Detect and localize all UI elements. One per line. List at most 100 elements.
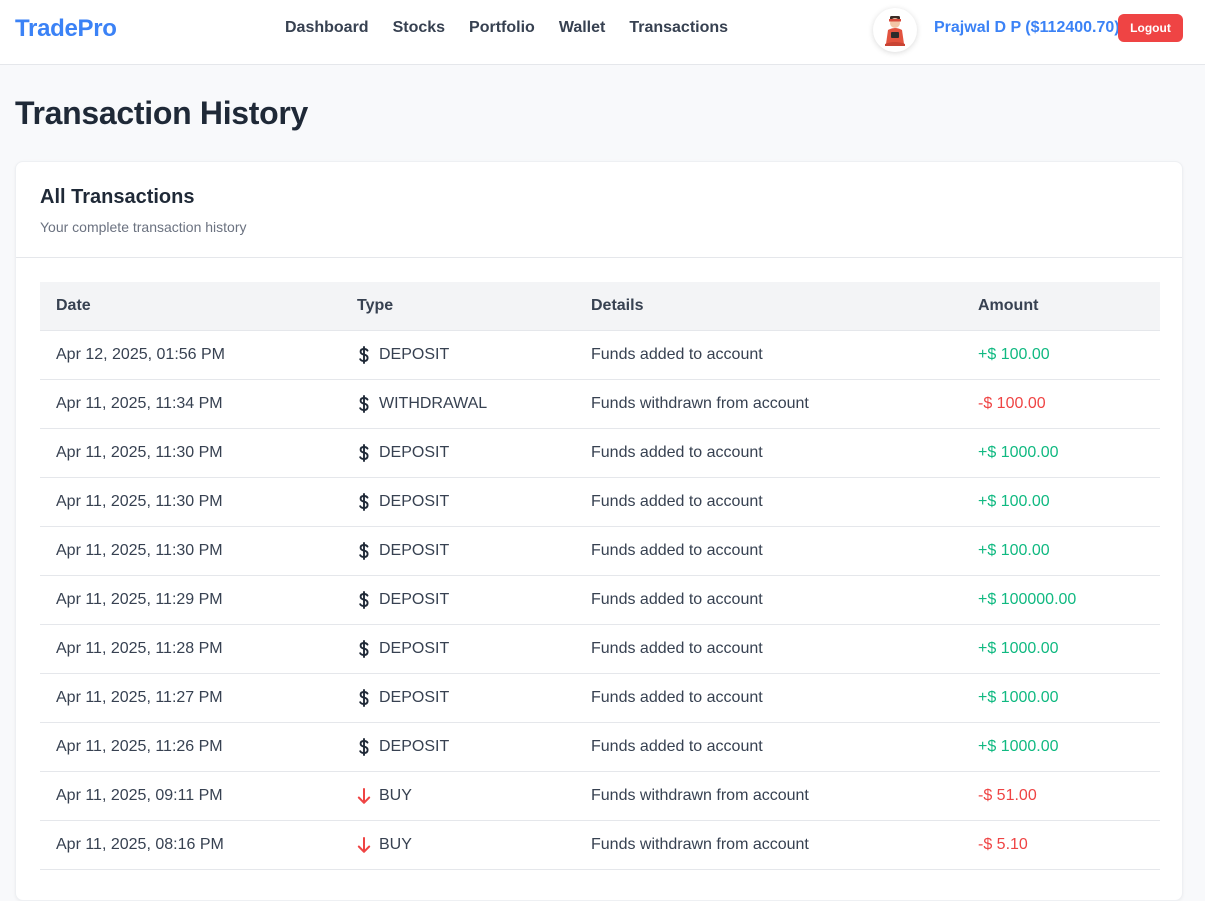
table-row: Apr 11, 2025, 08:16 PM BUY Funds withdrawn…: [40, 820, 1160, 870]
cell-amount: +$ 100000.00: [962, 575, 1160, 625]
type-label: DEPOSIT: [379, 590, 450, 608]
user-name-balance[interactable]: Prajwal D P ($112400.70): [934, 19, 1120, 37]
cell-amount: -$ 5.10: [962, 820, 1160, 870]
table-row: Apr 11, 2025, 11:34 PM WITHDRAWAL Funds wi…: [40, 379, 1160, 429]
type-label: BUY: [379, 835, 412, 853]
type-label: WITHDRAWAL: [379, 394, 488, 412]
table-row: Apr 11, 2025, 11:30 PM DEPOSIT Funds added…: [40, 526, 1160, 576]
dollar-icon: [357, 541, 371, 560]
cell-type: DEPOSIT: [341, 428, 575, 478]
dollar-icon: [357, 590, 371, 609]
card-header: All Transactions Your complete transacti…: [16, 162, 1182, 258]
cell-details: Funds added to account: [575, 428, 962, 478]
cell-details: Funds withdrawn from account: [575, 820, 962, 870]
type-label: DEPOSIT: [379, 541, 450, 559]
page-title: Transaction History: [15, 95, 309, 131]
cell-amount: +$ 1000.00: [962, 722, 1160, 772]
cell-type: DEPOSIT: [341, 673, 575, 723]
cell-amount: +$ 100.00: [962, 526, 1160, 576]
table-row: Apr 11, 2025, 11:27 PM DEPOSIT Funds added…: [40, 673, 1160, 723]
cell-type: WITHDRAWAL: [341, 379, 575, 429]
nav-link-wallet[interactable]: Wallet: [559, 19, 606, 37]
cell-date: Apr 11, 2025, 08:16 PM: [40, 820, 341, 870]
card-title: All Transactions: [40, 186, 195, 208]
cell-details: Funds added to account: [575, 722, 962, 772]
cell-amount: +$ 1000.00: [962, 428, 1160, 478]
cell-date: Apr 11, 2025, 11:30 PM: [40, 477, 341, 527]
cell-type: BUY: [341, 771, 575, 821]
cell-type: DEPOSIT: [341, 330, 575, 380]
cell-details: Funds withdrawn from account: [575, 379, 962, 429]
nav-links: Dashboard Stocks Portfolio Wallet Transa…: [285, 19, 728, 37]
table-body: Apr 12, 2025, 01:56 PM DEPOSIT Funds added…: [40, 330, 1160, 870]
dollar-icon: [357, 737, 371, 756]
arrow-down-icon: [357, 836, 371, 854]
cell-date: Apr 11, 2025, 11:34 PM: [40, 379, 341, 429]
dollar-icon: [357, 345, 371, 364]
nav-link-transactions[interactable]: Transactions: [629, 19, 728, 37]
type-label: DEPOSIT: [379, 639, 450, 657]
column-header-type: Type: [341, 282, 575, 331]
type-label: DEPOSIT: [379, 688, 450, 706]
nav-link-portfolio[interactable]: Portfolio: [469, 19, 535, 37]
dollar-icon: [357, 688, 371, 707]
cell-details: Funds added to account: [575, 477, 962, 527]
cell-date: Apr 12, 2025, 01:56 PM: [40, 330, 341, 380]
column-header-details: Details: [575, 282, 962, 331]
cell-date: Apr 11, 2025, 11:27 PM: [40, 673, 341, 723]
cell-amount: -$ 100.00: [962, 379, 1160, 429]
table-row: Apr 11, 2025, 09:11 PM BUY Funds withdrawn…: [40, 771, 1160, 821]
column-header-amount: Amount: [962, 282, 1160, 331]
table-row: Apr 12, 2025, 01:56 PM DEPOSIT Funds added…: [40, 330, 1160, 380]
cell-amount: +$ 1000.00: [962, 673, 1160, 723]
cell-date: Apr 11, 2025, 11:26 PM: [40, 722, 341, 772]
table-row: Apr 11, 2025, 11:26 PM DEPOSIT Funds added…: [40, 722, 1160, 772]
nav-link-dashboard[interactable]: Dashboard: [285, 19, 369, 37]
cell-type: DEPOSIT: [341, 624, 575, 674]
type-label: DEPOSIT: [379, 492, 450, 510]
card-subtitle: Your complete transaction history: [40, 219, 247, 235]
cell-type: DEPOSIT: [341, 477, 575, 527]
cell-details: Funds withdrawn from account: [575, 771, 962, 821]
type-label: DEPOSIT: [379, 737, 450, 755]
cell-amount: +$ 100.00: [962, 330, 1160, 380]
nav-link-stocks[interactable]: Stocks: [393, 19, 445, 37]
cell-date: Apr 11, 2025, 11:30 PM: [40, 526, 341, 576]
cell-amount: +$ 1000.00: [962, 624, 1160, 674]
logout-button[interactable]: Logout: [1118, 14, 1183, 42]
cell-type: DEPOSIT: [341, 575, 575, 625]
type-label: BUY: [379, 786, 412, 804]
column-header-date: Date: [40, 282, 341, 331]
table-row: Apr 11, 2025, 11:29 PM DEPOSIT Funds added…: [40, 575, 1160, 625]
table-row: Apr 11, 2025, 11:30 PM DEPOSIT Funds added…: [40, 428, 1160, 478]
user-avatar-icon: [885, 16, 905, 46]
cell-details: Funds added to account: [575, 575, 962, 625]
transactions-table-wrapper: Date Type Details Amount Apr 12, 2025, 0…: [40, 282, 1160, 870]
dollar-icon: [357, 443, 371, 462]
cell-date: Apr 11, 2025, 11:29 PM: [40, 575, 341, 625]
cell-type: DEPOSIT: [341, 722, 575, 772]
table-row: Apr 11, 2025, 11:30 PM DEPOSIT Funds added…: [40, 477, 1160, 527]
avatar[interactable]: [873, 8, 917, 52]
cell-details: Funds added to account: [575, 624, 962, 674]
arrow-down-icon: [357, 787, 371, 805]
transactions-card: All Transactions Your complete transacti…: [15, 161, 1183, 901]
cell-amount: -$ 51.00: [962, 771, 1160, 821]
table-header-row: Date Type Details Amount: [40, 282, 1160, 331]
cell-details: Funds added to account: [575, 526, 962, 576]
cell-date: Apr 11, 2025, 09:11 PM: [40, 771, 341, 821]
cell-date: Apr 11, 2025, 11:28 PM: [40, 624, 341, 674]
type-label: DEPOSIT: [379, 443, 450, 461]
table-row: Apr 11, 2025, 11:28 PM DEPOSIT Funds added…: [40, 624, 1160, 674]
dollar-icon: [357, 492, 371, 511]
dollar-icon: [357, 394, 371, 413]
brand-logo[interactable]: TradePro: [15, 15, 117, 43]
cell-amount: +$ 100.00: [962, 477, 1160, 527]
cell-date: Apr 11, 2025, 11:30 PM: [40, 428, 341, 478]
cell-type: DEPOSIT: [341, 526, 575, 576]
transactions-table: Date Type Details Amount Apr 12, 2025, 0…: [40, 282, 1160, 870]
cell-details: Funds added to account: [575, 673, 962, 723]
cell-type: BUY: [341, 820, 575, 870]
dollar-icon: [357, 639, 371, 658]
cell-details: Funds added to account: [575, 330, 962, 380]
